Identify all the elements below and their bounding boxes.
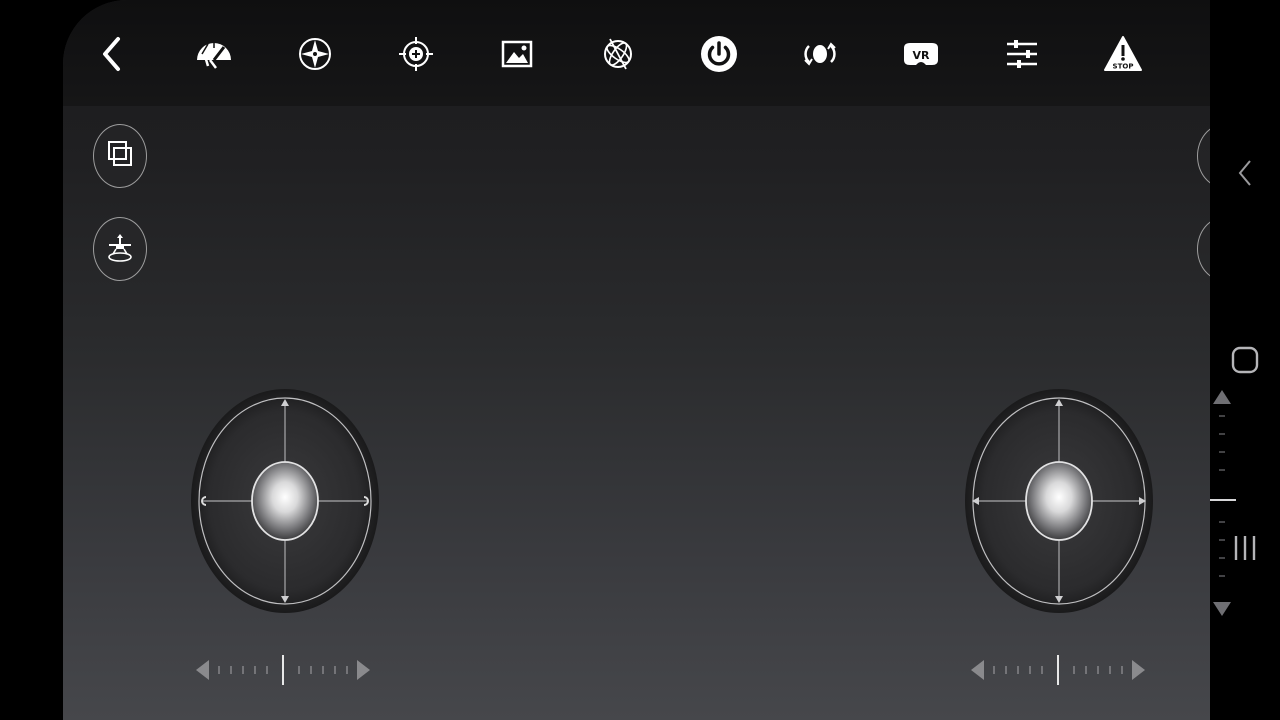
switch-view-icon (103, 137, 137, 175)
stop-label: STOP (1113, 63, 1134, 71)
takeoff-landing-button[interactable] (93, 217, 147, 281)
right-trim-slider[interactable] (968, 655, 1148, 685)
nav-back-chevron-icon[interactable] (1236, 158, 1254, 192)
gyro-calibrate-icon[interactable] (596, 32, 640, 76)
flip-360-icon[interactable] (798, 32, 842, 76)
drone-control-screen: VR STOP (63, 0, 1210, 720)
vertical-trim-slider[interactable] (1210, 388, 1240, 622)
nav-recents-icon[interactable] (1231, 532, 1261, 568)
power-icon[interactable] (697, 32, 741, 76)
svg-text:VR: VR (913, 49, 931, 62)
speed-gauge-icon[interactable] (192, 32, 236, 76)
right-joystick[interactable] (964, 388, 1154, 614)
headless-target-icon[interactable] (394, 32, 438, 76)
left-joystick[interactable] (190, 388, 380, 614)
back-chevron-icon[interactable] (91, 32, 135, 76)
adjust-sliders-icon[interactable] (1000, 32, 1044, 76)
left-trim-slider[interactable] (193, 655, 373, 685)
video-button[interactable] (1197, 217, 1210, 281)
vr-headset-icon[interactable]: VR (899, 32, 943, 76)
top-toolbar: VR STOP (63, 0, 1210, 106)
switch-view-button[interactable] (93, 124, 147, 188)
nav-home-icon[interactable] (1230, 345, 1260, 379)
emergency-stop-icon[interactable]: STOP (1101, 32, 1145, 76)
takeoff-landing-icon (103, 230, 137, 268)
gallery-image-icon[interactable] (495, 32, 539, 76)
camera-button[interactable] (1197, 124, 1210, 188)
compass-icon[interactable] (293, 32, 337, 76)
